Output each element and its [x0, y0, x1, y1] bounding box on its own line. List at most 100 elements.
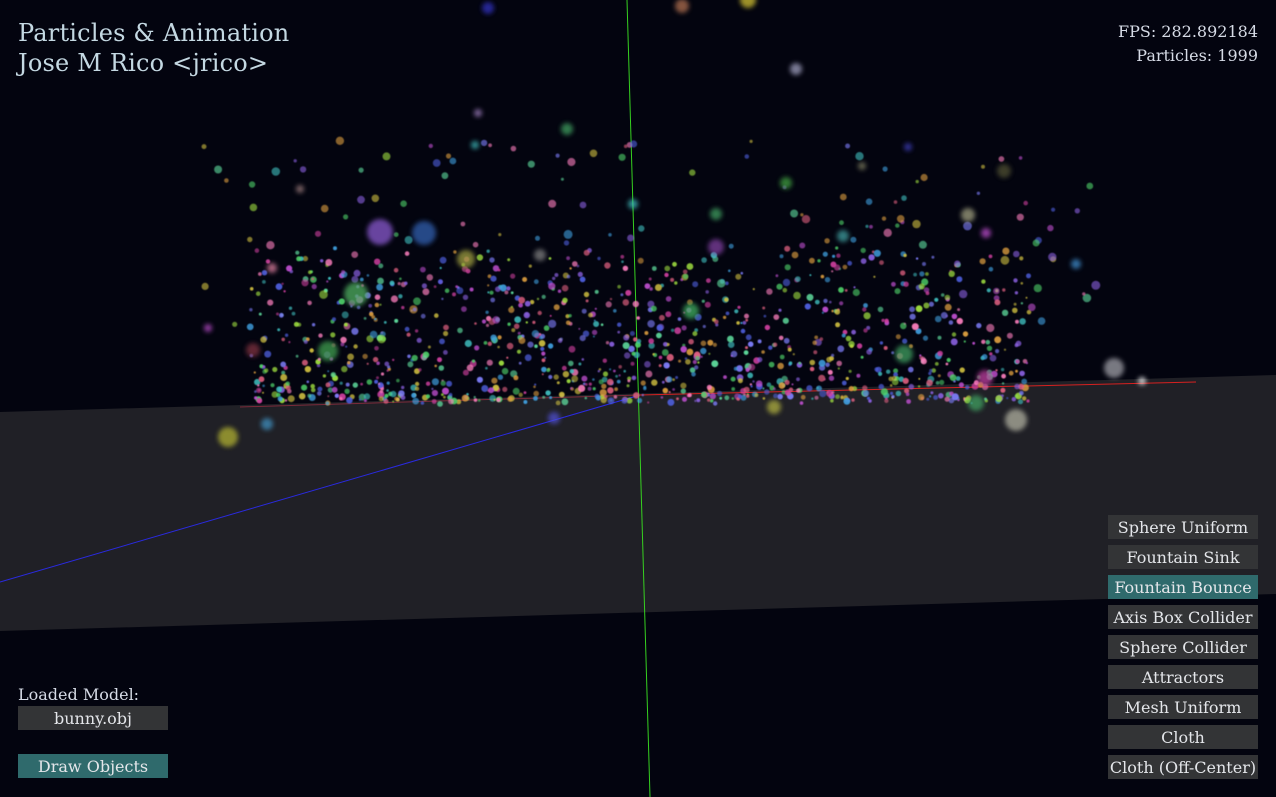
particle — [625, 289, 632, 296]
particle — [246, 323, 254, 331]
particle — [261, 418, 273, 430]
particle — [563, 240, 570, 246]
particle — [889, 384, 893, 387]
particle — [745, 334, 752, 341]
particle — [742, 320, 747, 325]
model-file-button[interactable]: bunny.obj — [18, 706, 168, 730]
particle — [919, 271, 925, 277]
particle — [860, 258, 867, 264]
particle — [392, 400, 395, 403]
particle — [510, 273, 516, 279]
particle — [462, 294, 469, 300]
particle — [404, 281, 408, 286]
viewport-3d[interactable] — [0, 0, 1276, 797]
particle — [993, 287, 1000, 295]
particle — [1005, 409, 1027, 431]
particle — [994, 336, 1002, 344]
model-panel: Loaded Model: bunny.obj — [18, 684, 168, 730]
particle — [937, 350, 943, 357]
particle — [490, 334, 497, 341]
particle — [254, 390, 257, 393]
particle — [383, 398, 389, 404]
particle — [929, 368, 933, 373]
particle — [988, 266, 994, 272]
particle — [431, 378, 439, 386]
particle — [421, 355, 427, 361]
particle — [709, 393, 716, 400]
scene-button-mesh-uniform[interactable]: Mesh Uniform — [1108, 695, 1258, 719]
particle — [571, 375, 579, 383]
scene-button-axis-box-collider[interactable]: Axis Box Collider — [1108, 605, 1258, 629]
scene-button-cloth[interactable]: Cloth — [1108, 725, 1258, 749]
scene-button-fountain-sink[interactable]: Fountain Sink — [1108, 545, 1258, 569]
particle — [628, 199, 638, 209]
particle — [311, 284, 317, 290]
particle — [794, 276, 801, 282]
particle — [319, 290, 328, 299]
particle — [951, 393, 959, 401]
particle — [592, 378, 595, 381]
particle — [831, 390, 835, 394]
particle — [480, 139, 488, 147]
particle — [743, 350, 749, 355]
particle — [376, 283, 383, 291]
particle — [602, 371, 609, 377]
particle — [445, 153, 452, 159]
particle — [496, 397, 501, 403]
particle — [934, 315, 942, 323]
particle — [1017, 399, 1024, 405]
particle — [791, 251, 799, 259]
particle — [579, 276, 586, 283]
particle — [534, 383, 537, 386]
particle — [485, 323, 490, 327]
particle — [799, 242, 806, 249]
particle — [528, 264, 532, 268]
particle — [281, 337, 286, 342]
particle — [744, 154, 750, 159]
particle — [985, 339, 991, 345]
particle — [638, 225, 645, 232]
particle — [600, 323, 604, 327]
particle — [1020, 302, 1024, 305]
particle — [915, 179, 919, 184]
particle — [398, 294, 403, 299]
particle — [620, 293, 624, 297]
particle — [651, 379, 658, 386]
particle — [764, 324, 771, 331]
particle — [873, 249, 881, 257]
particle — [743, 386, 750, 393]
particle — [488, 387, 494, 394]
scene-button-fountain-bounce[interactable]: Fountain Bounce — [1108, 575, 1258, 599]
particle — [800, 394, 806, 400]
particle — [801, 215, 811, 224]
particle — [1026, 273, 1031, 279]
particle — [925, 272, 929, 276]
particle — [1051, 207, 1056, 212]
draw-objects-button[interactable]: Draw Objects — [18, 754, 168, 778]
particle — [609, 297, 613, 301]
particle — [647, 401, 650, 404]
scene-button-sphere-uniform[interactable]: Sphere Uniform — [1108, 515, 1258, 539]
particle — [762, 397, 766, 400]
particle — [1006, 332, 1013, 339]
particle — [624, 352, 631, 359]
scene-button-sphere-collider[interactable]: Sphere Collider — [1108, 635, 1258, 659]
particle — [856, 343, 863, 349]
particle — [615, 374, 618, 378]
particle — [931, 255, 935, 259]
particle — [839, 301, 844, 306]
scene-button-attractors[interactable]: Attractors — [1108, 665, 1258, 689]
particle — [660, 396, 664, 399]
particle — [310, 387, 316, 393]
particle — [757, 357, 763, 363]
particle — [686, 348, 694, 356]
particle — [809, 359, 816, 366]
particle — [976, 322, 982, 329]
particle — [592, 387, 596, 391]
particle — [951, 332, 957, 337]
particle — [527, 160, 535, 168]
scene-button-cloth-off-center[interactable]: Cloth (Off-Center) — [1108, 755, 1258, 779]
particle — [399, 277, 402, 281]
particle — [595, 395, 601, 401]
particle — [763, 314, 767, 318]
